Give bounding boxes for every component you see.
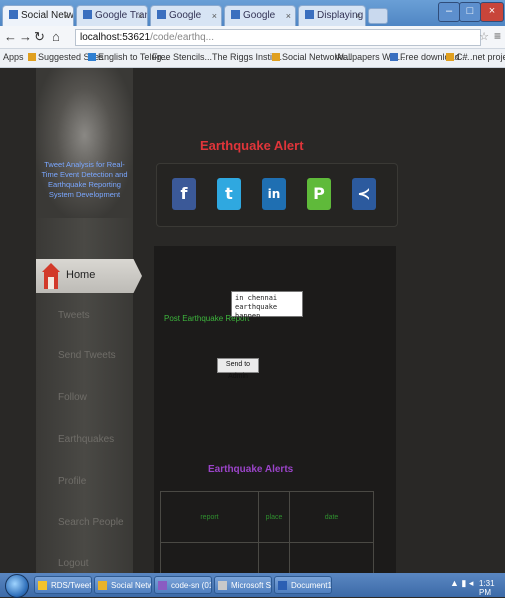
taskbar-item-code[interactable]: code-sn (01) -... bbox=[154, 576, 212, 594]
taskbar-item-sql-server[interactable]: Microsoft SQL S... bbox=[214, 576, 272, 594]
sidebar-item-follow[interactable]: Follow bbox=[58, 392, 87, 403]
forward-arrow-icon[interactable]: → bbox=[19, 29, 32, 45]
home-icon bbox=[42, 263, 60, 289]
reload-icon[interactable]: ↻ bbox=[34, 29, 45, 45]
close-tab-icon[interactable]: × bbox=[212, 6, 217, 26]
sidebar-item-tweets[interactable]: Tweets bbox=[58, 310, 90, 321]
new-tab-button[interactable] bbox=[368, 8, 388, 24]
maximize-window-button[interactable]: □ bbox=[459, 2, 481, 22]
taskbar-item-social-network[interactable]: Social Network... bbox=[94, 576, 152, 594]
social-icons-panel: f t in P ≺ bbox=[156, 163, 398, 227]
close-tab-icon[interactable]: × bbox=[286, 6, 291, 26]
bookmark-icon bbox=[28, 53, 36, 61]
tab-google-2[interactable]: Google × bbox=[224, 5, 296, 26]
sidebar-item-profile[interactable]: Profile bbox=[58, 476, 86, 487]
sidebar-item-logout[interactable]: Logout bbox=[58, 558, 89, 569]
tab-displaying-maps[interactable]: Displaying Maps in × bbox=[298, 5, 366, 26]
word-icon bbox=[278, 581, 287, 590]
bookmarks-bar: Apps Suggested Sites English to Telug...… bbox=[0, 49, 505, 68]
send-to-admin-button[interactable]: Send to Admin bbox=[217, 358, 259, 380]
column-header-place: place bbox=[258, 491, 290, 543]
bookmark-free-stencils[interactable]: Free Stencils... bbox=[152, 52, 212, 62]
windows-taskbar: RDS/Tweet-Ana... Social Network... code-… bbox=[0, 573, 505, 598]
site-title: Tweet Analysis for Real-Time Event Detec… bbox=[41, 160, 128, 199]
close-tab-icon[interactable]: × bbox=[356, 6, 361, 26]
page-favicon-icon bbox=[9, 10, 18, 19]
sidebar: Tweet Analysis for Real-Time Event Detec… bbox=[36, 68, 133, 573]
clock: 1:31 PM bbox=[479, 579, 495, 597]
google-favicon-icon bbox=[157, 10, 166, 19]
close-tab-icon[interactable]: × bbox=[64, 6, 69, 26]
tab-social-network[interactable]: Social Network for × bbox=[2, 5, 74, 26]
earthquake-alerts-title: Earthquake Alerts bbox=[208, 464, 294, 475]
close-window-button[interactable]: × bbox=[480, 2, 504, 22]
twitter-icon[interactable]: t bbox=[217, 178, 241, 210]
bookmark-csharp-projects[interactable]: C# .net projects... bbox=[446, 52, 505, 62]
sql-server-icon bbox=[218, 581, 227, 590]
column-header-date: date bbox=[289, 491, 374, 543]
bookmark-icon bbox=[88, 53, 96, 61]
bookmark-icon bbox=[390, 53, 398, 61]
sidebar-item-home[interactable]: Home bbox=[36, 259, 142, 293]
sidebar-item-send-tweets[interactable]: Send Tweets bbox=[58, 350, 116, 361]
sidebar-item-earthquakes[interactable]: Earthquakes bbox=[58, 434, 114, 445]
bookmark-apps[interactable]: Apps bbox=[3, 52, 24, 62]
picasa-icon[interactable]: P bbox=[307, 178, 331, 210]
system-tray-icons[interactable]: ▲ ▮ ◂ bbox=[450, 578, 473, 589]
table-header-row: report place date bbox=[160, 491, 374, 543]
bookmark-star-icon[interactable]: ☆ bbox=[479, 30, 489, 43]
earthquake-report-panel: Post Earthquake Report in chennai earthq… bbox=[154, 246, 396, 594]
share-icon[interactable]: ≺ bbox=[352, 178, 376, 210]
report-textarea[interactable]: in chennai earthquake happen bbox=[231, 291, 303, 320]
url-input[interactable]: localhost:53621/code/earthq... bbox=[75, 29, 481, 46]
column-header-report: report bbox=[160, 491, 259, 543]
earthquake-alert-title: Earthquake Alert bbox=[200, 138, 304, 153]
close-tab-icon[interactable]: × bbox=[138, 6, 143, 26]
page-content: Tweet Analysis for Real-Time Event Detec… bbox=[0, 68, 505, 594]
chrome-icon bbox=[98, 581, 107, 590]
tab-google-translate[interactable]: Google Translate × bbox=[76, 5, 148, 26]
taskbar-item-rds[interactable]: RDS/Tweet-Ana... bbox=[34, 576, 92, 594]
linkedin-icon[interactable]: in bbox=[262, 178, 286, 210]
google-favicon-icon bbox=[231, 10, 240, 19]
taskbar-item-word[interactable]: Document1 - M... bbox=[274, 576, 332, 594]
bookmark-icon bbox=[446, 53, 454, 61]
sidebar-item-search-people[interactable]: Search People bbox=[58, 517, 124, 528]
facebook-icon[interactable]: f bbox=[172, 178, 196, 210]
bookmark-icon bbox=[272, 53, 280, 61]
google-translate-favicon-icon bbox=[83, 10, 92, 19]
tab-google-1[interactable]: Google × bbox=[150, 5, 222, 26]
browser-menu-icon[interactable]: ≡ bbox=[494, 29, 501, 43]
address-bar-row: ← → ↻ ⌂ localhost:53621/code/earthq... ☆… bbox=[0, 26, 505, 49]
start-button[interactable] bbox=[5, 574, 29, 598]
visual-studio-icon bbox=[158, 581, 167, 590]
browser-tab-bar: Social Network for × Google Translate × … bbox=[0, 0, 505, 26]
minimize-window-button[interactable]: – bbox=[438, 2, 460, 22]
maps-favicon-icon bbox=[305, 10, 314, 19]
back-arrow-icon[interactable]: ← bbox=[4, 29, 17, 45]
home-icon[interactable]: ⌂ bbox=[52, 29, 60, 45]
folder-icon bbox=[38, 581, 47, 590]
